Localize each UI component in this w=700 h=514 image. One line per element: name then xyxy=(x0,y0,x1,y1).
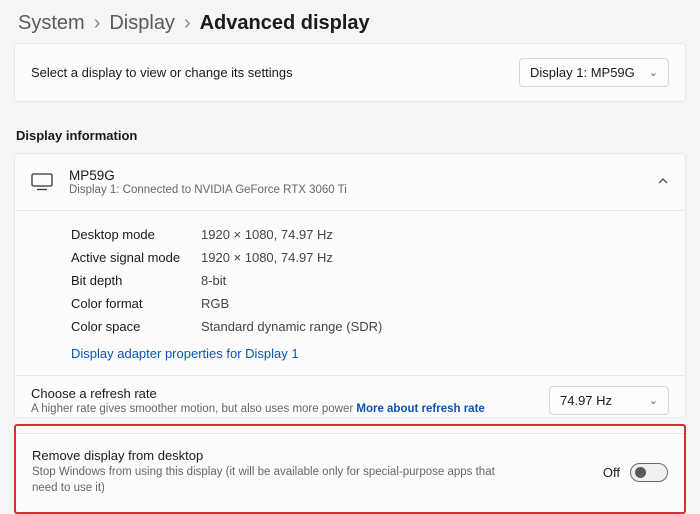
chevron-down-icon: ⌄ xyxy=(649,394,658,407)
toggle-state-label: Off xyxy=(603,465,620,480)
chevron-up-icon xyxy=(657,175,669,190)
display-info-header[interactable]: MP59G Display 1: Connected to NVIDIA GeF… xyxy=(15,154,685,210)
refresh-rate-title: Choose a refresh rate xyxy=(31,386,485,401)
remove-display-title: Remove display from desktop xyxy=(32,448,589,463)
select-display-prompt: Select a display to view or change its s… xyxy=(31,65,293,80)
display-info-card: MP59G Display 1: Connected to NVIDIA GeF… xyxy=(14,153,686,418)
section-heading: Display information xyxy=(14,102,686,153)
info-row-bit-depth: Bit depth 8-bit xyxy=(71,269,669,292)
chevron-right-icon: › xyxy=(184,12,191,35)
display-selector-dropdown[interactable]: Display 1: MP59G ⌄ xyxy=(519,58,669,87)
monitor-name: MP59G xyxy=(69,168,347,183)
breadcrumb-current: Advanced display xyxy=(200,12,370,35)
refresh-rate-value: 74.97 Hz xyxy=(560,393,612,408)
remove-display-toggle[interactable] xyxy=(630,463,668,482)
adapter-properties-link[interactable]: Display adapter properties for Display 1 xyxy=(71,346,299,361)
info-row-color-format: Color format RGB xyxy=(71,292,669,315)
monitor-icon xyxy=(31,173,53,191)
display-selector-value: Display 1: MP59G xyxy=(530,65,635,80)
remove-display-row: Remove display from desktop Stop Windows… xyxy=(16,433,684,512)
display-info-body: Desktop mode 1920 × 1080, 74.97 Hz Activ… xyxy=(15,210,685,375)
info-row-active-signal: Active signal mode 1920 × 1080, 74.97 Hz xyxy=(71,246,669,269)
info-row-desktop-mode: Desktop mode 1920 × 1080, 74.97 Hz xyxy=(71,223,669,246)
breadcrumb-system[interactable]: System xyxy=(18,12,85,35)
breadcrumb-display[interactable]: Display xyxy=(109,12,175,35)
chevron-right-icon: › xyxy=(94,12,101,35)
info-row-adapter-link: Display adapter properties for Display 1 xyxy=(71,338,669,365)
info-row-color-space: Color space Standard dynamic range (SDR) xyxy=(71,315,669,338)
refresh-rate-row: Choose a refresh rate A higher rate give… xyxy=(15,375,685,417)
breadcrumb: System › Display › Advanced display xyxy=(0,0,700,43)
toggle-knob xyxy=(635,467,646,478)
select-display-card: Select a display to view or change its s… xyxy=(14,43,686,102)
more-about-refresh-link[interactable]: More about refresh rate xyxy=(356,403,484,415)
chevron-down-icon: ⌄ xyxy=(649,66,658,79)
monitor-subtitle: Display 1: Connected to NVIDIA GeForce R… xyxy=(69,184,347,196)
refresh-rate-subtitle: A higher rate gives smoother motion, but… xyxy=(31,403,485,415)
remove-display-subtitle: Stop Windows from using this display (it… xyxy=(32,465,512,496)
refresh-rate-dropdown[interactable]: 74.97 Hz ⌄ xyxy=(549,386,669,415)
